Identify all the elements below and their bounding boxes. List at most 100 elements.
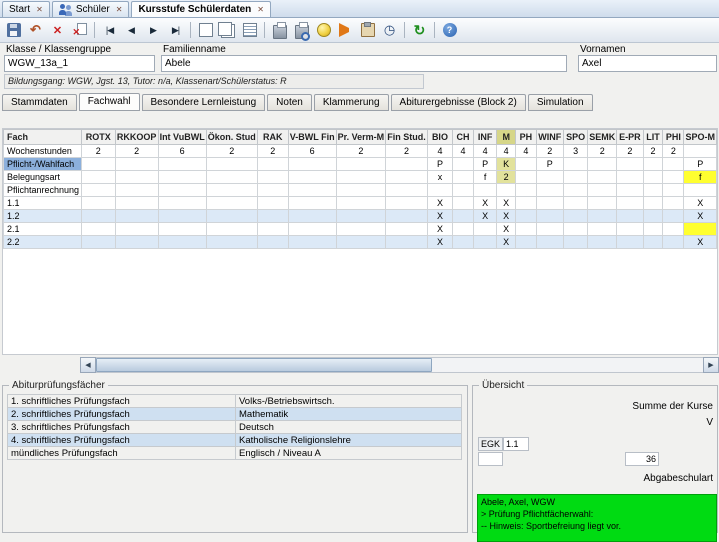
grid-cell[interactable]: [288, 236, 336, 249]
grid-cell[interactable]: 4: [474, 145, 497, 158]
grid-cell[interactable]: [516, 210, 536, 223]
grid-cell[interactable]: 2: [588, 145, 617, 158]
scroll-thumb[interactable]: [96, 358, 432, 372]
grid-cell[interactable]: [115, 184, 158, 197]
tab-besondere-lernleistung[interactable]: Besondere Lernleistung: [142, 94, 266, 111]
grid-cell[interactable]: [158, 171, 206, 184]
grid-cell[interactable]: [336, 158, 386, 171]
grid-cell[interactable]: [158, 197, 206, 210]
grid-cell[interactable]: [257, 210, 288, 223]
grid-cell[interactable]: [452, 184, 473, 197]
column-header-rkkoop[interactable]: RKKOOP: [115, 130, 158, 145]
announce-button[interactable]: [335, 20, 356, 41]
grid-cell[interactable]: [336, 197, 386, 210]
tab-simulation[interactable]: Simulation: [528, 94, 593, 111]
grid-cell[interactable]: [257, 223, 288, 236]
grid-cell[interactable]: [643, 184, 663, 197]
grid-cell[interactable]: [386, 236, 428, 249]
familienname-input[interactable]: [161, 55, 567, 72]
column-header-oekon-stud[interactable]: Ökon. Stud: [206, 130, 257, 145]
grid-cell[interactable]: [115, 197, 158, 210]
exam-subject-value[interactable]: Deutsch: [236, 421, 462, 434]
grid-cell[interactable]: [588, 184, 617, 197]
grid-cell[interactable]: 2: [115, 145, 158, 158]
grid-cell[interactable]: P: [427, 158, 452, 171]
grid-cell[interactable]: [81, 171, 115, 184]
column-header-e-pr[interactable]: E-PR: [617, 130, 643, 145]
grid-cell[interactable]: [564, 158, 588, 171]
grid-cell[interactable]: X: [684, 197, 717, 210]
tab-fachwahl[interactable]: Fachwahl: [79, 93, 140, 111]
new-record-button[interactable]: [195, 20, 216, 41]
grid-cell[interactable]: [257, 197, 288, 210]
grid-cell[interactable]: [257, 158, 288, 171]
history-button[interactable]: [379, 20, 400, 41]
nav-next-button[interactable]: [143, 20, 164, 41]
exam-subject-value[interactable]: Mathematik: [236, 408, 462, 421]
grid-cell[interactable]: [452, 171, 473, 184]
grid-cell[interactable]: [536, 184, 563, 197]
column-header-spo[interactable]: SPO: [564, 130, 588, 145]
grid-cell[interactable]: [386, 158, 428, 171]
grid-cell[interactable]: [288, 210, 336, 223]
grid-cell[interactable]: [663, 171, 684, 184]
row-label-2-2[interactable]: 2.2: [4, 236, 82, 249]
grid-cell[interactable]: [588, 236, 617, 249]
exam-subject-value[interactable]: Englisch / Niveau A: [236, 447, 462, 460]
exam-subject-label[interactable]: 1. schriftliches Prüfungsfach: [8, 395, 236, 408]
grid-cell[interactable]: x: [427, 171, 452, 184]
grid-cell[interactable]: [516, 236, 536, 249]
grid-cell[interactable]: [288, 171, 336, 184]
document-tab-start[interactable]: Start✕: [2, 1, 50, 17]
column-header-fach[interactable]: Fach: [4, 130, 82, 145]
grid-cell[interactable]: [158, 184, 206, 197]
column-header-ph[interactable]: PH: [516, 130, 536, 145]
grid-cell[interactable]: [643, 171, 663, 184]
grid-cell[interactable]: [516, 171, 536, 184]
grid-cell[interactable]: [617, 210, 643, 223]
grid-cell[interactable]: 2: [536, 145, 563, 158]
list-view-button[interactable]: [239, 20, 260, 41]
grid-cell[interactable]: 2: [206, 145, 257, 158]
grid-cell[interactable]: 2: [386, 145, 428, 158]
grid-cell[interactable]: X: [474, 210, 497, 223]
grid-cell[interactable]: [474, 223, 497, 236]
grid-cell[interactable]: X: [497, 197, 516, 210]
delete-record-button[interactable]: [47, 20, 68, 41]
grid-cell[interactable]: 4: [516, 145, 536, 158]
grid-cell[interactable]: [81, 210, 115, 223]
grid-cell[interactable]: 2: [336, 145, 386, 158]
grid-cell[interactable]: [663, 197, 684, 210]
grid-cell[interactable]: [452, 223, 473, 236]
grid-cell[interactable]: [206, 236, 257, 249]
document-tab-kursstufe-schuelerdaten[interactable]: Kursstufe Schülerdaten✕: [131, 1, 271, 17]
grid-cell[interactable]: [81, 184, 115, 197]
column-header-lit[interactable]: LIT: [643, 130, 663, 145]
grid-cell[interactable]: [643, 210, 663, 223]
grid-cell[interactable]: [643, 236, 663, 249]
close-tab-icon[interactable]: ✕: [116, 5, 123, 14]
grid-cell[interactable]: 3: [564, 145, 588, 158]
grid-cell[interactable]: [617, 158, 643, 171]
grid-cell[interactable]: 2: [643, 145, 663, 158]
tab-abiturergebnisse-block-2[interactable]: Abiturergebnisse (Block 2): [391, 94, 526, 111]
nav-last-button[interactable]: [165, 20, 186, 41]
column-header-m[interactable]: M: [497, 130, 516, 145]
column-header-pr-verm-m[interactable]: Pr. Verm-M: [336, 130, 386, 145]
grid-cell[interactable]: [288, 197, 336, 210]
column-header-phi[interactable]: PHI: [663, 130, 684, 145]
grid-cell[interactable]: [206, 158, 257, 171]
hints-button[interactable]: [313, 20, 334, 41]
grid-cell[interactable]: X: [497, 223, 516, 236]
column-header-winf[interactable]: WINF: [536, 130, 563, 145]
exam-subject-label[interactable]: 2. schriftliches Prüfungsfach: [8, 408, 236, 421]
grid-cell[interactable]: [588, 158, 617, 171]
close-tab-icon[interactable]: ✕: [36, 5, 43, 14]
scroll-left-button[interactable]: ◀: [80, 357, 96, 373]
grid-cell[interactable]: [643, 158, 663, 171]
row-label-1-1[interactable]: 1.1: [4, 197, 82, 210]
grid-cell[interactable]: [516, 223, 536, 236]
tab-stammdaten[interactable]: Stammdaten: [2, 94, 77, 111]
grid-cell[interactable]: [643, 223, 663, 236]
grid-cell[interactable]: [663, 158, 684, 171]
